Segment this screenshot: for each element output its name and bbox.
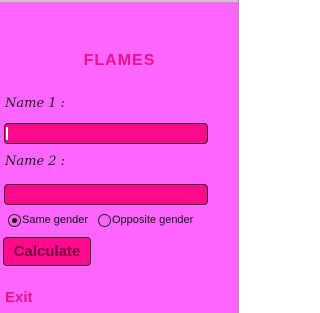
opposite-gender-label[interactable]: Opposite gender <box>112 214 193 226</box>
name1-label: Name 1 : <box>5 96 66 111</box>
window-edge <box>239 0 244 313</box>
same-gender-radio[interactable] <box>8 214 21 227</box>
name2-input[interactable] <box>4 184 208 205</box>
name2-label: Name 2 : <box>5 154 66 169</box>
calculate-button[interactable]: Calculate <box>3 237 91 266</box>
name1-input[interactable] <box>4 123 208 144</box>
text-cursor <box>6 127 8 140</box>
same-gender-label[interactable]: Same gender <box>22 214 88 226</box>
app-title: FLAMES <box>83 52 156 69</box>
exit-link[interactable]: Exit <box>5 289 33 306</box>
app-screen: FLAMES Name 1 : Name 2 : Same gender Opp… <box>0 0 244 313</box>
opposite-gender-radio[interactable] <box>98 214 111 227</box>
